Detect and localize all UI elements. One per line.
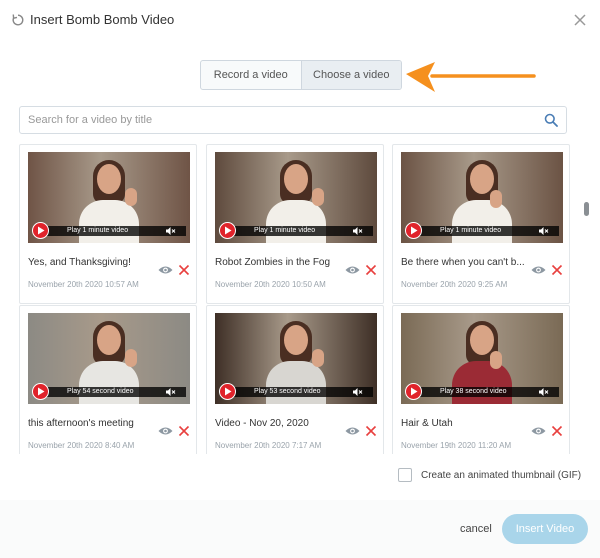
play-duration-label: Play 53 second video bbox=[254, 388, 321, 395]
search-box bbox=[19, 106, 567, 134]
play-button[interactable] bbox=[219, 222, 236, 239]
delete-icon[interactable] bbox=[178, 425, 190, 437]
eye-icon[interactable] bbox=[158, 265, 173, 275]
dialog-title: Insert Bomb Bomb Video bbox=[30, 12, 175, 27]
eye-icon[interactable] bbox=[345, 265, 360, 275]
delete-icon[interactable] bbox=[365, 264, 377, 276]
play-duration-label: Play 38 second video bbox=[440, 388, 507, 395]
gif-checkbox[interactable] bbox=[398, 468, 412, 482]
delete-icon[interactable] bbox=[551, 425, 563, 437]
video-title: Yes, and Thanksgiving! bbox=[28, 257, 131, 268]
scrollbar-thumb[interactable] bbox=[584, 202, 589, 216]
gif-option: Create an animated thumbnail (GIF) bbox=[398, 467, 581, 483]
muted-speaker-icon[interactable] bbox=[353, 388, 363, 396]
play-icon bbox=[38, 226, 45, 235]
delete-icon[interactable] bbox=[178, 264, 190, 276]
video-date: November 20th 2020 7:17 AM bbox=[215, 441, 322, 450]
muted-speaker-icon[interactable] bbox=[539, 388, 549, 396]
video-grid: Play 1 minute video Yes, and Thanksgivin… bbox=[19, 144, 571, 454]
close-icon[interactable] bbox=[572, 12, 588, 28]
video-title: Be there when you can't b... bbox=[401, 257, 525, 268]
video-title: Hair & Utah bbox=[401, 418, 453, 429]
video-card[interactable]: Play 1 minute video Yes, and Thanksgivin… bbox=[19, 144, 197, 304]
insert-video-button[interactable]: Insert Video bbox=[502, 514, 588, 544]
delete-icon[interactable] bbox=[551, 264, 563, 276]
play-icon bbox=[225, 387, 232, 396]
video-card[interactable]: Play 54 second video this afternoon's me… bbox=[19, 305, 197, 454]
play-button[interactable] bbox=[405, 383, 422, 400]
gif-option-label: Create an animated thumbnail (GIF) bbox=[421, 469, 582, 481]
muted-speaker-icon[interactable] bbox=[166, 227, 176, 235]
dialog-footer: cancel Insert Video bbox=[0, 500, 600, 558]
play-icon bbox=[38, 387, 45, 396]
eye-icon[interactable] bbox=[345, 426, 360, 436]
bombbomb-refresh-icon bbox=[12, 14, 24, 26]
play-duration-label: Play 54 second video bbox=[67, 388, 134, 395]
video-title: Video - Nov 20, 2020 bbox=[215, 418, 309, 429]
video-date: November 20th 2020 10:57 AM bbox=[28, 280, 139, 289]
search-icon[interactable] bbox=[544, 113, 558, 127]
video-card[interactable]: Play 1 minute video Robot Zombies in the… bbox=[206, 144, 384, 304]
video-title: Robot Zombies in the Fog bbox=[215, 257, 331, 268]
eye-icon[interactable] bbox=[158, 426, 173, 436]
video-card[interactable]: Play 53 second video Video - Nov 20, 202… bbox=[206, 305, 384, 454]
muted-speaker-icon[interactable] bbox=[166, 388, 176, 396]
orange-arrow-annotation bbox=[406, 62, 536, 92]
play-button[interactable] bbox=[405, 222, 422, 239]
play-icon bbox=[225, 226, 232, 235]
video-thumbnail[interactable]: Play 38 second video bbox=[401, 313, 563, 404]
play-button[interactable] bbox=[32, 383, 49, 400]
video-thumbnail[interactable]: Play 54 second video bbox=[28, 313, 190, 404]
play-duration-label: Play 1 minute video bbox=[254, 227, 316, 234]
play-duration-label: Play 1 minute video bbox=[440, 227, 502, 234]
video-card[interactable]: Play 1 minute video Be there when you ca… bbox=[392, 144, 570, 304]
search-input[interactable] bbox=[20, 107, 566, 133]
video-thumbnail[interactable]: Play 1 minute video bbox=[401, 152, 563, 243]
cancel-button[interactable]: cancel bbox=[460, 523, 492, 535]
source-tabs: Record a video Choose a video bbox=[200, 60, 402, 90]
video-thumbnail[interactable]: Play 1 minute video bbox=[28, 152, 190, 243]
play-icon bbox=[411, 226, 418, 235]
muted-speaker-icon[interactable] bbox=[539, 227, 549, 235]
video-title: this afternoon's meeting bbox=[28, 418, 134, 429]
tab-record-video[interactable]: Record a video bbox=[201, 61, 302, 89]
video-date: November 20th 2020 8:40 AM bbox=[28, 441, 135, 450]
video-card[interactable]: Play 38 second video Hair & Utah Novembe… bbox=[392, 305, 570, 454]
play-button[interactable] bbox=[32, 222, 49, 239]
eye-icon[interactable] bbox=[531, 265, 546, 275]
play-button[interactable] bbox=[219, 383, 236, 400]
video-date: November 20th 2020 10:50 AM bbox=[215, 280, 326, 289]
play-icon bbox=[411, 387, 418, 396]
tab-choose-video[interactable]: Choose a video bbox=[301, 61, 401, 89]
play-duration-label: Play 1 minute video bbox=[67, 227, 129, 234]
video-date: November 20th 2020 9:25 AM bbox=[401, 280, 508, 289]
video-thumbnail[interactable]: Play 1 minute video bbox=[215, 152, 377, 243]
muted-speaker-icon[interactable] bbox=[353, 227, 363, 235]
video-thumbnail[interactable]: Play 53 second video bbox=[215, 313, 377, 404]
video-date: November 19th 2020 11:20 AM bbox=[401, 441, 512, 450]
eye-icon[interactable] bbox=[531, 426, 546, 436]
dialog-header: Insert Bomb Bomb Video bbox=[0, 0, 600, 44]
delete-icon[interactable] bbox=[365, 425, 377, 437]
